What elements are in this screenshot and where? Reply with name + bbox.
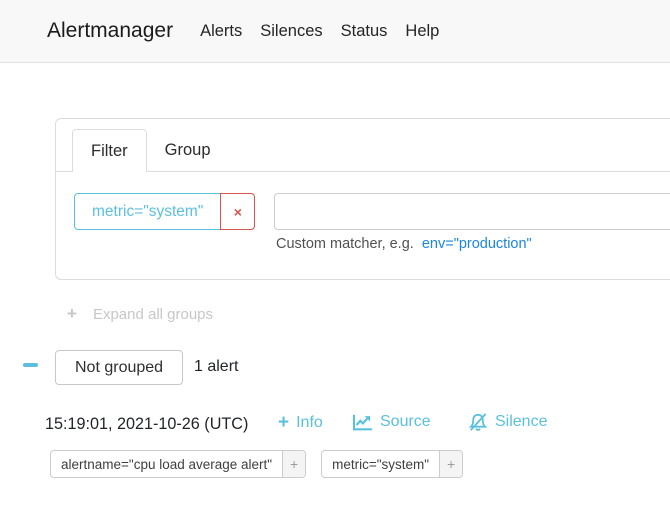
group-name-button[interactable]: Not grouped bbox=[55, 350, 183, 385]
example-matcher-link[interactable]: env="production" bbox=[422, 236, 532, 252]
nav-item-status[interactable]: Status bbox=[332, 22, 397, 41]
matcher-chip[interactable]: metric="system" bbox=[74, 193, 221, 230]
plus-icon: + bbox=[67, 304, 77, 324]
silence-label: Silence bbox=[495, 413, 547, 431]
alert-timestamp: 15:19:01, 2021-10-26 (UTC) bbox=[45, 415, 248, 434]
add-label-filter-button[interactable]: + bbox=[282, 451, 305, 477]
label-text: metric="system" bbox=[322, 451, 439, 477]
plus-icon: + bbox=[278, 413, 289, 432]
expand-all-label: Expand all groups bbox=[93, 306, 213, 323]
tab-group[interactable]: Group bbox=[147, 129, 229, 172]
source-label: Source bbox=[380, 413, 431, 431]
label-text: alertname="cpu load average alert" bbox=[51, 451, 282, 477]
bell-slash-icon bbox=[468, 413, 488, 431]
tab-bar: Filter Group bbox=[56, 119, 670, 172]
expand-all-groups-button[interactable]: + Expand all groups bbox=[67, 304, 213, 324]
custom-matcher-help: Custom matcher, e.g. env="production" bbox=[276, 236, 532, 252]
help-prefix: Custom matcher, e.g. bbox=[276, 236, 414, 252]
collapse-group-button[interactable] bbox=[18, 355, 44, 375]
chart-line-icon bbox=[352, 414, 373, 431]
alert-source-link[interactable]: Source bbox=[352, 413, 431, 431]
nav-item-alerts[interactable]: Alerts bbox=[191, 22, 251, 41]
alert-info-button[interactable]: + Info bbox=[278, 413, 323, 432]
filter-card: Filter Group metric="system" × Custom ma… bbox=[55, 118, 670, 280]
tab-filter[interactable]: Filter bbox=[72, 129, 147, 172]
alert-labels-row: alertname="cpu load average alert" + met… bbox=[50, 450, 463, 478]
alert-label: metric="system" + bbox=[321, 450, 463, 478]
matcher-chip-group: metric="system" × bbox=[74, 193, 255, 230]
nav-item-help[interactable]: Help bbox=[396, 22, 448, 41]
x-icon: × bbox=[234, 204, 242, 220]
brand[interactable]: Alertmanager bbox=[47, 19, 173, 43]
alert-silence-button[interactable]: Silence bbox=[468, 413, 547, 431]
matcher-input[interactable] bbox=[274, 193, 670, 230]
add-label-filter-button[interactable]: + bbox=[439, 451, 462, 477]
alert-count: 1 alert bbox=[194, 358, 238, 376]
minus-icon bbox=[23, 363, 38, 367]
remove-matcher-button[interactable]: × bbox=[220, 193, 255, 230]
info-label: Info bbox=[296, 414, 323, 432]
nav-item-silences[interactable]: Silences bbox=[251, 22, 331, 41]
nav-menu: Alerts Silences Status Help bbox=[191, 22, 448, 41]
alert-label: alertname="cpu load average alert" + bbox=[50, 450, 306, 478]
navbar: Alertmanager Alerts Silences Status Help bbox=[0, 0, 670, 63]
